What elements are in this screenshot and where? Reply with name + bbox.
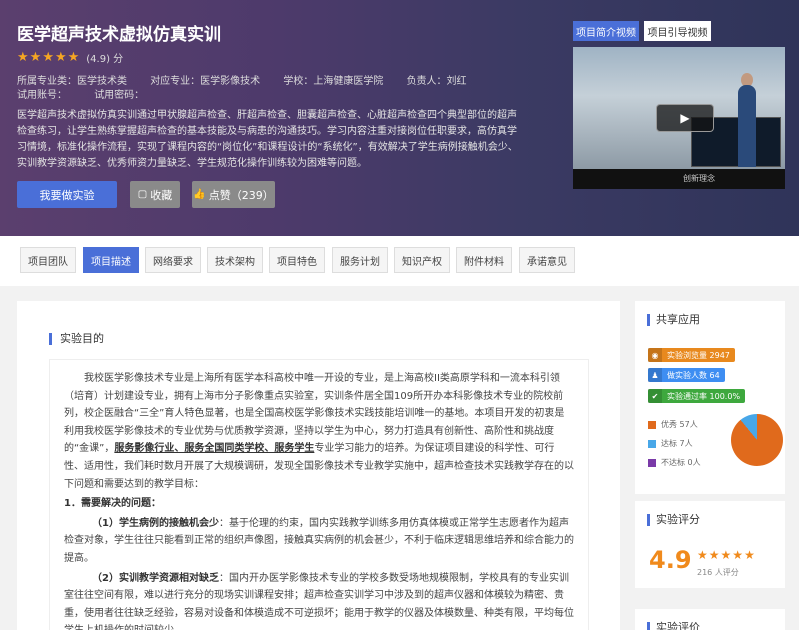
problems-heading-text: 1．需要解决的问题：: [64, 498, 161, 510]
rating-count: 216 人评分: [697, 568, 739, 577]
rating-score: 4.9: [649, 546, 692, 574]
rating-text: (4.9) 分: [86, 54, 124, 65]
project-description: 医学超声技术虚拟仿真实训通过甲状腺超声检查、肝超声检查、胆囊超声检查、心脏超声检…: [17, 110, 518, 169]
stat-pass-rate: ✔ 实验通过率 100.0%: [648, 389, 746, 403]
section-tabs: 项目团队 项目描述 网络要求 技术架构 项目特色 服务计划 知识产权 附件材料 …: [0, 236, 799, 286]
rating-panel-stars: ★ ★ ★ ★ ★: [697, 548, 756, 562]
user-icon: ♟: [648, 368, 662, 382]
star-icon: ★: [744, 548, 755, 562]
meta-password: 试用密码：: [94, 90, 145, 101]
rating-title: 实验评分: [647, 514, 700, 526]
tab-guide-video[interactable]: 项目引导视频: [644, 21, 711, 41]
review-panel: 实验评价: [635, 609, 785, 630]
star-icon: ★: [697, 548, 708, 562]
start-experiment-button[interactable]: 我要做实验: [17, 181, 117, 208]
stat-users-text: 做实验人数 64: [667, 370, 720, 380]
like-button[interactable]: 👍 点赞（239）: [192, 181, 275, 208]
tab-team[interactable]: 项目团队: [20, 247, 76, 273]
tab-commitment[interactable]: 承诺意见: [519, 247, 575, 273]
tab-service-plan[interactable]: 服务计划: [332, 247, 388, 273]
tab-network[interactable]: 网络要求: [145, 247, 201, 273]
presenter-figure: [738, 85, 756, 167]
project-meta: 所属专业类：医学技术类 对应专业：医学影像技术 学校：上海健康医学院 负责人：刘…: [17, 72, 487, 87]
legend-pass-text: 达标 7人: [661, 439, 693, 448]
share-title: 共享应用: [647, 314, 700, 326]
meta-owner: 负责人：刘红: [406, 76, 467, 87]
legend-excellent: 优秀 57人: [648, 419, 698, 430]
star-icon: ★: [29, 50, 42, 65]
trial-meta: 试用账号： 试用密码：: [17, 86, 168, 101]
star-icon: ★: [708, 548, 720, 562]
stat-pass-text: 实验通过率 100.0%: [667, 391, 741, 401]
problem-1-title: （1）学生病例的接触机会少: [92, 517, 219, 529]
star-icon: ★: [42, 50, 54, 65]
tab-ip[interactable]: 知识产权: [394, 247, 450, 273]
legend-fail-text: 不达标 0人: [661, 458, 701, 467]
rating-stars: ★ ★ ★ ★ ★ (4.9) 分: [17, 50, 123, 65]
play-icon[interactable]: ▶: [656, 104, 714, 132]
favorite-button[interactable]: ▢ 收藏: [130, 181, 180, 208]
tab-attachments[interactable]: 附件材料: [456, 247, 512, 273]
like-label: 点赞（239）: [208, 188, 274, 202]
intro-paragraph: 我校医学影像技术专业是上海所有医学本科高校中唯一开设的专业，是上海高校II类高原…: [64, 370, 574, 493]
eye-icon: ◉: [648, 348, 662, 362]
star-icon: ★: [67, 50, 80, 65]
description-document: 我校医学影像技术专业是上海所有医学本科高校中唯一开设的专业，是上海高校II类高原…: [49, 359, 589, 630]
legend-excellent-text: 优秀 57人: [661, 420, 698, 429]
video-caption: 创新理念: [573, 169, 785, 189]
shield-check-icon: ✔: [648, 389, 662, 403]
main-content: 实验目的 我校医学影像技术专业是上海所有医学本科高校中唯一开设的专业，是上海高校…: [17, 301, 620, 630]
problem-1: （1）学生病例的接触机会少：基于伦理的约束，国内实践教学训练多用仿真体模或正常学…: [64, 515, 574, 568]
tab-features[interactable]: 项目特色: [269, 247, 325, 273]
favorite-label: 收藏: [150, 188, 173, 202]
stat-views-text: 实验浏览量 2947: [667, 350, 730, 360]
page-title: 医学超声技术虚拟仿真实训: [17, 25, 221, 45]
tab-architecture[interactable]: 技术架构: [207, 247, 263, 273]
problem-2: （2）实训教学资源相对缺乏：国内开办医学影像技术专业的学校多数受场地规模限制，学…: [64, 570, 574, 630]
tab-intro-video[interactable]: 项目简介视频: [573, 21, 639, 41]
hero-banner: 医学超声技术虚拟仿真实训 ★ ★ ★ ★ ★ (4.9) 分 所属专业类：医学技…: [0, 0, 799, 236]
result-pie-chart: [731, 414, 783, 466]
star-icon: ★: [720, 548, 732, 562]
rating-panel: 实验评分 4.9 ★ ★ ★ ★ ★ 216 人评分: [635, 501, 785, 588]
review-title: 实验评价: [647, 622, 700, 630]
meta-account: 试用账号：: [17, 90, 67, 101]
legend-pass: 达标 7人: [648, 438, 693, 449]
stat-users: ♟ 做实验人数 64: [648, 368, 725, 382]
problem-2-title: （2）实训教学资源相对缺乏: [92, 572, 219, 584]
star-icon: ★: [732, 548, 744, 562]
meta-school: 学校：上海健康医学院: [283, 76, 384, 87]
section-title: 实验目的: [49, 333, 104, 345]
star-icon: ★: [17, 50, 29, 65]
stat-views: ◉ 实验浏览量 2947: [648, 348, 735, 362]
intro-emphasis: 服务影像行业、服务全国同类学校、服务学生: [114, 443, 315, 455]
favorite-icon: ▢: [137, 189, 148, 200]
problems-heading: 1．需要解决的问题：: [64, 495, 574, 513]
star-icon: ★: [54, 50, 67, 65]
video-player[interactable]: 创新理念 ▶: [573, 47, 785, 189]
thumbs-up-icon: 👍: [193, 189, 206, 200]
share-panel: 共享应用 ◉ 实验浏览量 2947 ♟ 做实验人数 64 ✔ 实验通过率 100…: [635, 301, 785, 494]
tab-description[interactable]: 项目描述: [83, 247, 139, 273]
legend-fail: 不达标 0人: [648, 457, 701, 468]
